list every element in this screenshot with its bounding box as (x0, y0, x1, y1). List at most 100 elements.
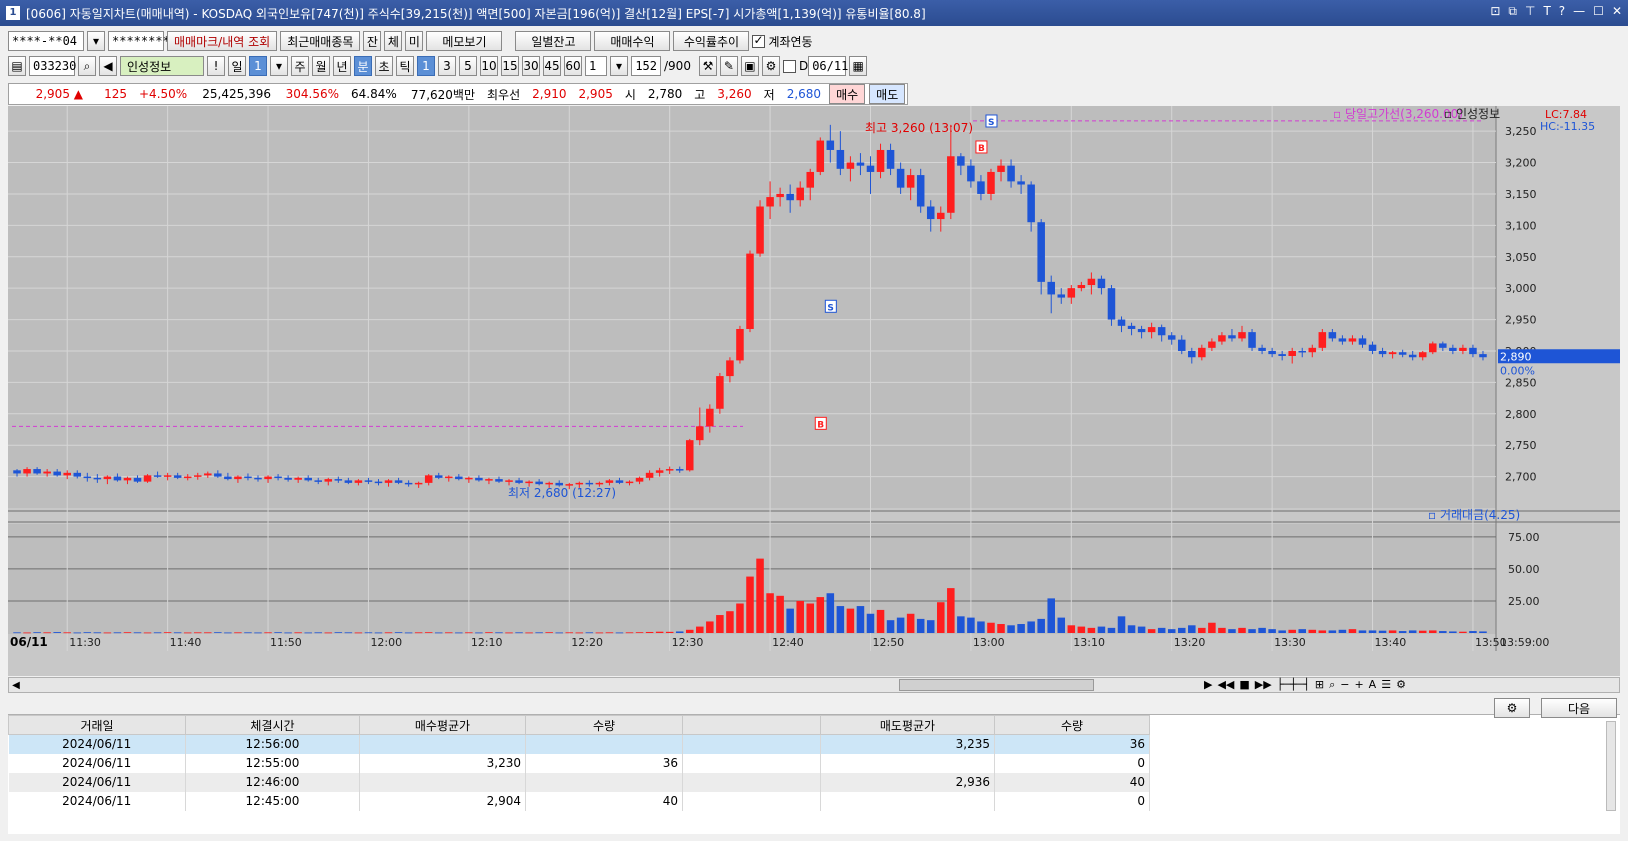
table-row[interactable]: 2024/06/11 12:56:00 3,235 36 (8, 734, 1150, 754)
sell-button[interactable]: 매도 (869, 84, 906, 104)
candle-body (43, 471, 51, 474)
period-day-button[interactable]: 일 (228, 56, 246, 76)
minute-1-button[interactable]: 1 (417, 56, 435, 76)
close-icon[interactable]: ✕ (1612, 4, 1622, 19)
pin-icon[interactable]: ⊤ (1525, 4, 1535, 19)
stop-icon[interactable]: ■ (1239, 678, 1249, 692)
volume-bar (73, 632, 82, 634)
zoom-slider-icon[interactable]: ├─┼─┤ (1277, 678, 1310, 692)
table-row[interactable]: 2024/06/11 12:45:00 2,904 40 0 (8, 791, 1150, 811)
play-icon[interactable]: ▶ (1204, 678, 1212, 692)
executed-button[interactable]: 체 (384, 31, 403, 51)
maximize-icon[interactable]: ☐ (1593, 4, 1604, 19)
minute-60-button[interactable]: 60 (564, 56, 582, 76)
gear-icon: ⚙ (1506, 701, 1518, 715)
settings-icon[interactable]: ⚙ (761, 56, 780, 76)
minute-30-button[interactable]: 30 (522, 56, 540, 76)
calendar-icon[interactable]: ▦ (849, 56, 868, 76)
candle-body (434, 475, 443, 478)
table-row[interactable]: 2024/06/11 12:55:00 3,230 36 0 (8, 753, 1150, 773)
zoom-out-icon[interactable]: − (1340, 678, 1349, 692)
account-dropdown[interactable]: ▾ (87, 31, 105, 51)
volume-bar (1067, 625, 1076, 633)
period-dropdown[interactable]: ▾ (270, 56, 288, 76)
chart-scrollbar[interactable]: ◀ ▶ ◀◀ ■ ▶▶ ├─┼─┤ ⊞ ⌕ − + A ☰ ⚙ (8, 677, 1620, 693)
bid-price: 2,905 (578, 87, 613, 101)
stock-name-field[interactable]: 인성정보 (120, 56, 204, 76)
next-button[interactable]: 다음 (1541, 698, 1617, 718)
layout-icon[interactable]: ▤ (8, 56, 26, 76)
text-icon[interactable]: A (1369, 678, 1377, 692)
list-icon[interactable]: ☰ (1381, 678, 1391, 692)
trade-profit-button[interactable]: 매매수익 (594, 31, 671, 51)
buy-button[interactable]: 매수 (829, 84, 866, 104)
speaker-icon[interactable]: ◀ (99, 56, 117, 76)
minute-5-button[interactable]: 5 (459, 56, 477, 76)
search-icon[interactable]: ⌕ (1329, 678, 1335, 692)
stock-code-field[interactable]: 033230 (29, 56, 76, 76)
minute-10-button[interactable]: 10 (480, 56, 498, 76)
col-buy-avg[interactable]: 매수평균가 (359, 715, 526, 735)
minute-3-button[interactable]: 3 (438, 56, 456, 76)
multiplier-dropdown[interactable]: ▾ (610, 56, 628, 76)
minute-15-button[interactable]: 15 (501, 56, 519, 76)
price-volume-chart[interactable]: 3,2503,2003,1503,1003,0503,0002,9502,900… (8, 106, 1620, 676)
col-exec-time[interactable]: 체결시간 (185, 715, 360, 735)
volume-bar (1087, 627, 1096, 633)
count-field[interactable]: 152 (631, 56, 661, 76)
copy-icon[interactable]: ⧉ (1508, 4, 1517, 19)
col-sell-avg[interactable]: 매도평균가 (820, 715, 995, 735)
multiplier-field[interactable]: 1 (585, 56, 607, 76)
candle-body (696, 426, 704, 441)
save-icon[interactable]: ▣ (740, 56, 759, 76)
period-value-field[interactable]: 1 (249, 56, 267, 76)
history-settings-button[interactable]: ⚙ (1494, 698, 1530, 718)
scroll-left-arrow[interactable]: ◀ (9, 680, 23, 691)
scroll-thumb[interactable] (899, 679, 1094, 691)
balance-button[interactable]: 잔 (363, 31, 382, 51)
daily-balance-button[interactable]: 일별잔고 (515, 31, 592, 51)
zoom-in-icon[interactable]: + (1354, 678, 1363, 692)
unit-second-button[interactable]: 초 (375, 56, 393, 76)
date-field[interactable]: 06/11 (808, 56, 848, 76)
tool-icon[interactable]: ✎ (719, 56, 738, 76)
password-field[interactable]: ******** (108, 31, 170, 51)
table-row[interactable]: 2024/06/11 12:46:00 2,936 40 (8, 772, 1150, 792)
col-buy-qty[interactable]: 수량 (525, 715, 683, 735)
candle-body (926, 206, 935, 220)
indicator-icon[interactable]: ⚒ (698, 56, 717, 76)
account-field[interactable]: ****-**04 (8, 31, 84, 51)
trade-mark-button[interactable]: 매매마크/내역 조회 (167, 31, 278, 51)
unit-minute-button[interactable]: 분 (354, 56, 372, 76)
candle-body (1198, 347, 1206, 358)
minute-45-button[interactable]: 45 (543, 56, 561, 76)
unit-tick-button[interactable]: 틱 (396, 56, 414, 76)
table-scrollbar[interactable] (1606, 721, 1616, 811)
link-icon[interactable]: ⊡ (1490, 4, 1500, 19)
account-link-checkbox[interactable] (752, 33, 766, 48)
memo-button[interactable]: 메모보기 (426, 31, 503, 51)
help-icon[interactable]: ? (1559, 4, 1565, 19)
search-icon[interactable]: ⌕ (78, 56, 96, 76)
chart-area[interactable]: 3,2503,2003,1503,1003,0503,0002,9502,900… (8, 106, 1620, 676)
unit-week-button[interactable]: 주 (291, 56, 309, 76)
alert-icon[interactable]: ! (207, 56, 225, 76)
forward-icon[interactable]: ▶▶ (1255, 678, 1272, 692)
candle-body (1358, 338, 1367, 345)
rewind-icon[interactable]: ◀◀ (1217, 678, 1234, 692)
return-trend-button[interactable]: 수익률추이 (673, 31, 750, 51)
font-icon[interactable]: T (1543, 4, 1550, 19)
col-sell-qty[interactable]: 수량 (994, 715, 1150, 735)
d-checkbox[interactable] (782, 59, 796, 73)
unit-month-button[interactable]: 월 (312, 56, 330, 76)
pending-button[interactable]: 미 (405, 31, 424, 51)
candle-body (1348, 338, 1357, 342)
unit-year-button[interactable]: 년 (333, 56, 351, 76)
candle-body (906, 175, 915, 188)
col-trade-date[interactable]: 거래일 (8, 715, 186, 735)
candle-body (806, 171, 815, 188)
recent-stocks-button[interactable]: 최근매매종목 (280, 31, 361, 51)
minimize-icon[interactable]: — (1573, 4, 1585, 19)
settings-icon[interactable]: ⚙ (1396, 678, 1406, 692)
chart-tool-icon[interactable]: ⊞ (1315, 678, 1324, 692)
